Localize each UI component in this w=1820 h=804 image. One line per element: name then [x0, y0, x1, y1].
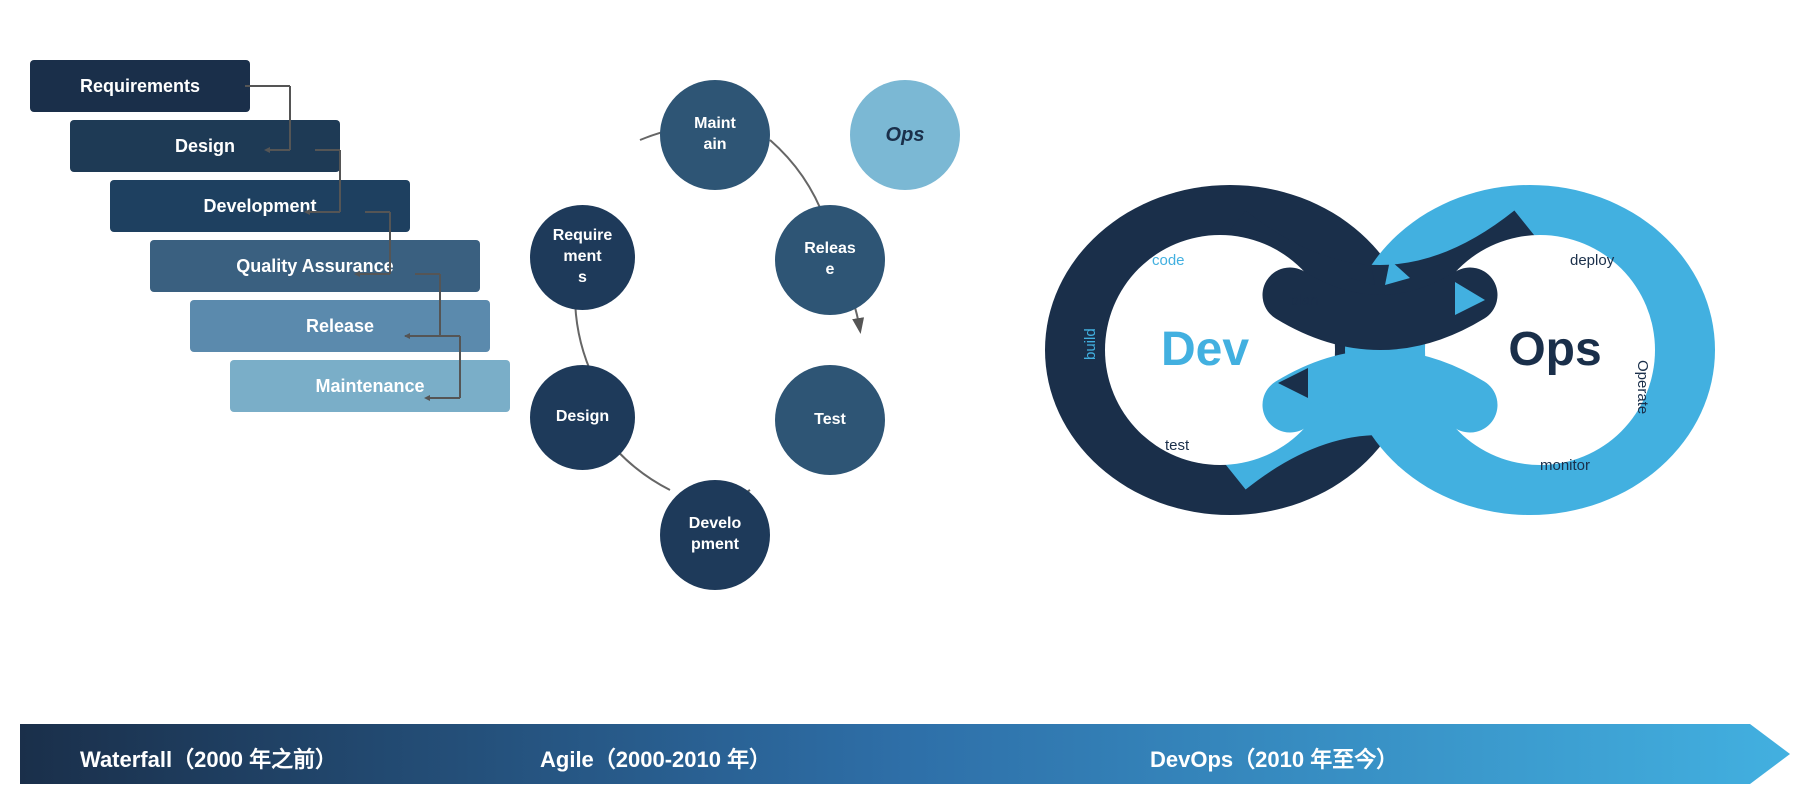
svg-text:monitor: monitor — [1540, 457, 1590, 474]
svg-text:Ops: Ops — [1508, 323, 1601, 376]
waterfall-maintenance-row: Maintenance — [130, 360, 510, 412]
svg-text:build: build — [1082, 328, 1099, 360]
svg-text:deploy: deploy — [1570, 252, 1615, 269]
waterfall-maintenance-box: Maintenance — [230, 360, 510, 412]
agile-node-ops: Ops — [850, 80, 960, 190]
svg-text:plan: plan — [1290, 292, 1318, 309]
svg-text:Dev: Dev — [1161, 323, 1249, 376]
timeline-waterfall-label: Waterfall（2000 年之前） — [80, 742, 337, 774]
agile-node-development: Development — [660, 480, 770, 590]
waterfall-development-box: Development — [110, 180, 410, 232]
agile-node-design: Design — [530, 365, 635, 470]
timeline-agile-label: Agile（2000-2010 年） — [540, 742, 771, 774]
waterfall-qa-box: Quality Assurance — [150, 240, 480, 292]
svg-text:Operate: Operate — [1634, 360, 1651, 414]
waterfall-development-row: Development — [70, 180, 510, 232]
svg-text:code: code — [1152, 252, 1185, 269]
agile-node-maintain: Maintain — [660, 80, 770, 190]
timeline-bar: Waterfall（2000 年之前） Agile（2000-2010 年） D… — [20, 714, 1800, 784]
waterfall-design-box: Design — [70, 120, 340, 172]
waterfall-design-row: Design — [50, 120, 510, 172]
agile-node-requirements: Requirements — [530, 205, 635, 310]
waterfall-requirements-box: Requirements — [30, 60, 250, 112]
svg-text:release: release — [1300, 397, 1349, 414]
waterfall-release-box: Release — [190, 300, 490, 352]
waterfall-qa-row: Quality Assurance — [90, 240, 510, 292]
waterfall-release-row: Release — [110, 300, 510, 352]
agile-cycle-diagram: Requirements Maintain Release Test Devel… — [520, 50, 900, 610]
devops-infinity-diagram: Dev Ops build code plan test release dep… — [1010, 130, 1750, 570]
timeline-devops-label: DevOps（2010 年至今） — [1150, 742, 1398, 774]
agile-section: Requirements Maintain Release Test Devel… — [500, 50, 920, 670]
svg-text:test: test — [1165, 437, 1190, 454]
waterfall-section: Requirements Design Development Quality … — [30, 60, 510, 420]
agile-node-release: Release — [775, 205, 885, 315]
agile-node-test: Test — [775, 365, 885, 475]
devops-section: Dev Ops build code plan test release dep… — [980, 60, 1780, 640]
waterfall-requirements-row: Requirements — [30, 60, 510, 112]
